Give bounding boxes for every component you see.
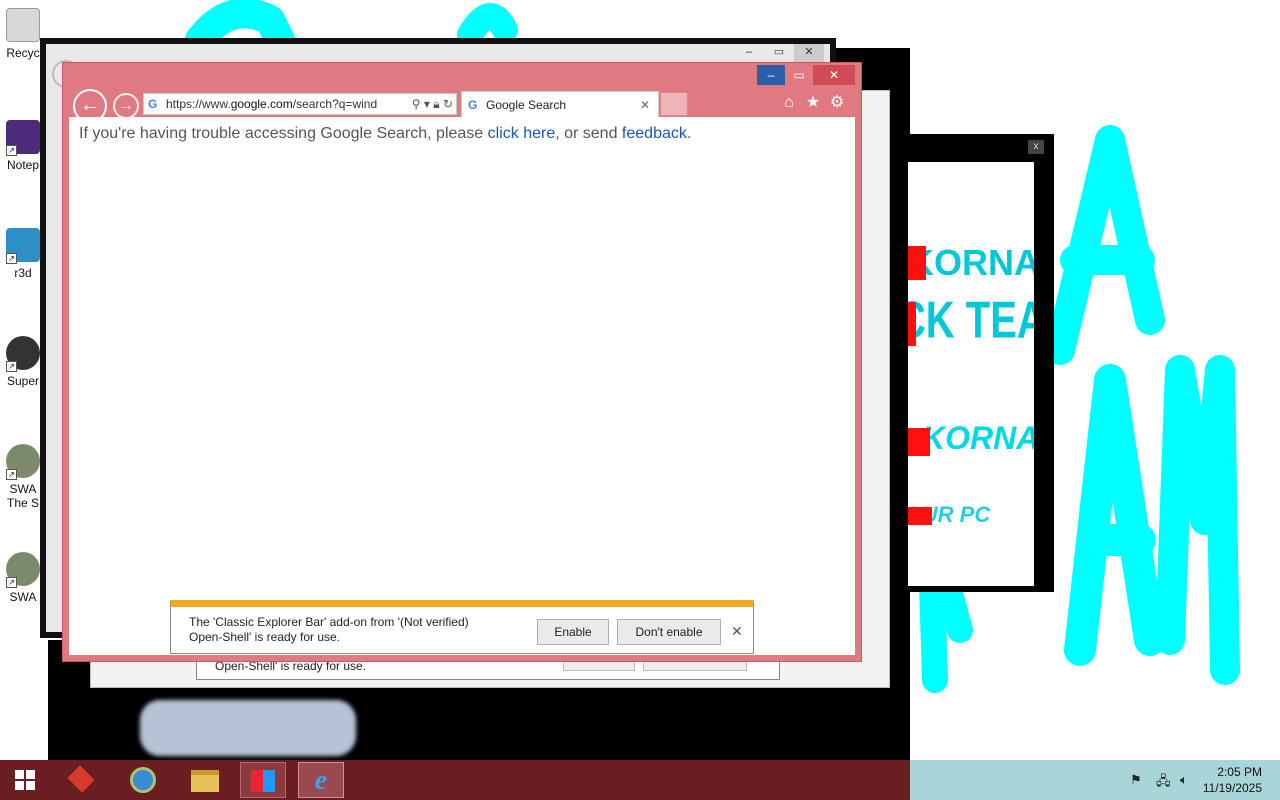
home-icon[interactable]: ⌂ <box>779 93 799 113</box>
tab-google-search[interactable]: G Google Search ✕ <box>461 91 659 117</box>
action-center-flag-icon[interactable]: ⚑ <box>1130 772 1142 788</box>
notepad-icon: ↗ <box>6 120 40 156</box>
globe-icon <box>130 767 156 793</box>
new-tab-button[interactable] <box>660 92 688 116</box>
shortcut-arrow-icon: ↗ <box>6 361 17 372</box>
background-caption-buttons: – ▭ ✕ <box>734 44 830 64</box>
close-button[interactable]: ✕ <box>813 65 855 85</box>
start-button[interactable] <box>2 762 48 798</box>
shortcut-arrow-icon: ↗ <box>6 145 17 156</box>
google-favicon-icon: G <box>468 98 478 112</box>
minimize-icon[interactable]: – <box>734 44 764 62</box>
internet-explorer-window[interactable]: – ▭ ✕ ← → G https://www.google.com/searc… <box>62 62 862 662</box>
swa-icon: ↗ <box>6 552 40 588</box>
minimize-button[interactable]: – <box>757 65 785 85</box>
address-bar[interactable]: G https://www.google.com/search?q=wind ⚲… <box>143 93 457 115</box>
clock-time: 2:05 PM <box>1217 765 1262 779</box>
folder-icon <box>191 770 219 792</box>
addon-notification-bar: The 'Classic Explorer Bar' add-on from '… <box>170 600 754 654</box>
notification-line-1: The 'Classic Explorer Bar' add-on from '… <box>189 615 469 629</box>
red-glyph <box>908 302 916 346</box>
message-text: If you're having trouble accessing Googl… <box>79 125 488 142</box>
refresh-icon[interactable]: ↻ <box>443 97 453 111</box>
message-text: , or send <box>555 125 622 142</box>
dropdown-icon[interactable]: ▾ <box>424 97 430 111</box>
recycle-bin-icon <box>6 8 40 42</box>
windows-logo-icon <box>15 770 35 790</box>
glitch-black-region <box>888 592 910 640</box>
search-icon[interactable]: ⚲ <box>412 97 421 111</box>
enable-button[interactable]: Enable <box>537 619 609 645</box>
shortcut-arrow-icon: ↗ <box>6 577 17 588</box>
page-content: If you're having trouble accessing Googl… <box>69 117 855 655</box>
favorites-star-icon[interactable]: ★ <box>803 93 823 113</box>
clock-date: 11/19/2025 <box>1202 781 1262 795</box>
tab-title: Google Search <box>486 98 567 112</box>
super-icon: ↗ <box>6 336 40 372</box>
korna-line: KORNA <box>908 242 1034 283</box>
address-domain: google.com <box>230 97 293 111</box>
dont-enable-button[interactable]: Don't enable <box>617 619 721 645</box>
taskbar-app-control[interactable] <box>240 762 286 798</box>
korna-line: KORNA <box>922 420 1034 456</box>
lock-icon[interactable]: 🔒︎ <box>433 97 439 111</box>
close-icon[interactable]: ✕ <box>794 44 824 62</box>
forward-button[interactable]: → <box>113 93 139 119</box>
korna-window-content: KORNA ACK TEAM KORNA YOUR PC <box>908 162 1034 586</box>
taskbar-app-red-box[interactable] <box>58 762 104 798</box>
korna-close-button[interactable]: x <box>1028 140 1044 154</box>
taskbar: e ⚑ 🖧︎ 🔈︎ 2:05 PM 11/19/2025 <box>0 760 1280 800</box>
taskbar-internet-explorer[interactable]: e <box>298 762 344 798</box>
network-icon[interactable]: 🖧︎ <box>1156 772 1171 794</box>
notification-line-2: Open-Shell' is ready for use. <box>189 630 341 644</box>
red-glyph <box>908 507 932 525</box>
message-text: . <box>686 125 692 142</box>
address-path: /search?q=wind <box>292 97 378 111</box>
shortcut-arrow-icon: ↗ <box>6 253 17 264</box>
address-controls: ⚲ ▾ 🔒︎ ↻ <box>407 94 453 114</box>
system-clock[interactable]: 2:05 PM 11/19/2025 <box>1203 764 1262 796</box>
taskbar-file-explorer[interactable] <box>182 762 228 798</box>
notification-text: The 'Classic Explorer Bar' add-on from '… <box>189 615 519 645</box>
notification-close-icon[interactable]: ✕ <box>731 623 743 640</box>
feedback-link[interactable]: feedback <box>622 125 687 142</box>
click-here-link[interactable]: click here <box>488 125 556 142</box>
korna-line: ACK TEAM <box>908 292 1034 350</box>
control-panel-icon <box>251 770 275 792</box>
korna-popup-window[interactable]: x KORNA ACK TEAM KORNA YOUR PC <box>888 134 1054 592</box>
google-favicon-icon: G <box>148 97 158 111</box>
red-box-app-icon <box>67 765 95 793</box>
address-prefix: https://www. <box>166 97 231 111</box>
glitch-smudge <box>140 700 356 756</box>
trouble-message: If you're having trouble accessing Googl… <box>79 125 691 143</box>
r3d-icon: ↗ <box>6 228 40 264</box>
swa-icon: ↗ <box>6 444 40 480</box>
volume-muted-icon[interactable]: 🔈︎ <box>1180 772 1188 788</box>
settings-gear-icon[interactable]: ⚙ <box>827 93 847 113</box>
taskbar-app-globe[interactable] <box>120 762 166 798</box>
tab-close-icon[interactable]: ✕ <box>640 92 650 118</box>
red-glyph <box>908 246 926 280</box>
maximize-button[interactable]: ▭ <box>785 65 813 85</box>
red-glyph <box>908 428 930 456</box>
shortcut-arrow-icon: ↗ <box>6 469 17 480</box>
internet-explorer-icon: e <box>314 765 328 796</box>
maximize-icon[interactable]: ▭ <box>764 44 794 62</box>
